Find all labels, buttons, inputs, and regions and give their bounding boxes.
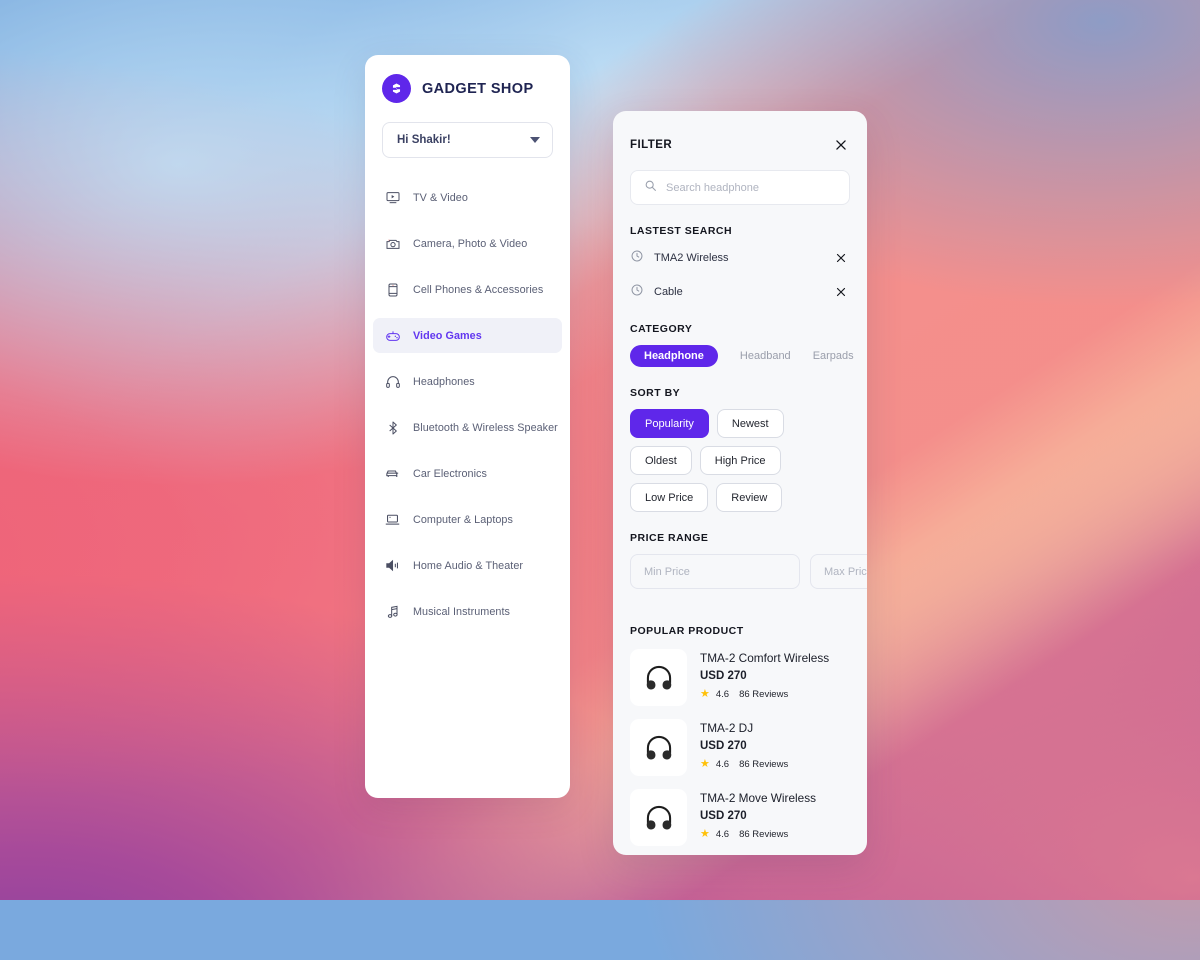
sidebar-item-label: Home Audio & Theater (413, 559, 524, 572)
car-icon (384, 465, 401, 482)
product-reviews: 86 Reviews (739, 829, 789, 840)
sort-by-title: SORT BY (630, 387, 681, 399)
category-chip-headphone[interactable]: Headphone (630, 345, 718, 367)
recent-search-label: Cable (654, 286, 683, 298)
product-list-item[interactable]: TMA-2 Move Wireless USD 270 ★ 4.6 86 Rev… (630, 789, 850, 846)
product-name: TMA-2 Move Wireless (700, 791, 817, 805)
user-greeting-label: Hi Shakir! (397, 134, 451, 146)
sidebar-item-camera-photo-video[interactable]: Camera, Photo & Video (373, 226, 562, 261)
product-price: USD 270 (700, 740, 747, 752)
star-icon: ★ (700, 758, 710, 770)
sort-button-popularity[interactable]: Popularity (630, 409, 709, 438)
sidebar-item-cell-phones-accessories[interactable]: Cell Phones & Accessories (373, 272, 562, 307)
music-note-icon (384, 603, 401, 620)
min-price-input[interactable] (630, 554, 800, 589)
product-rating: 4.6 (715, 689, 730, 700)
headphones-product-icon (630, 649, 687, 706)
sidebar-panel: GADGET SHOP Hi Shakir! TV & Video Camera… (365, 55, 570, 798)
sidebar-item-bluetooth-wireless-speaker[interactable]: Bluetooth & Wireless Speaker (373, 410, 562, 445)
recent-search-label: TMA2 Wireless (654, 252, 729, 264)
sort-button-high-price[interactable]: High Price (699, 446, 781, 475)
recent-search-row[interactable]: TMA2 Wireless (630, 247, 850, 269)
user-greeting-dropdown[interactable]: Hi Shakir! (382, 122, 553, 158)
sidebar-item-label: Cell Phones & Accessories (413, 283, 544, 296)
sidebar-item-label: Video Games (413, 329, 482, 342)
price-range-row (630, 554, 867, 589)
category-chip-earpads[interactable]: Earpads (813, 345, 854, 367)
sort-by-button-group: Popularity Newest Oldest High Price Low … (630, 409, 850, 512)
gadget-logo-icon (382, 74, 411, 103)
sidebar-item-tv-video[interactable]: TV & Video (373, 180, 562, 215)
camera-icon (384, 235, 401, 252)
clock-icon (630, 283, 644, 302)
headphones-product-icon (630, 789, 687, 846)
sidebar-item-car-electronics[interactable]: Car Electronics (373, 456, 562, 491)
sidebar-item-label: Car Electronics (413, 467, 487, 480)
headphones-icon (384, 373, 401, 390)
star-icon: ★ (700, 688, 710, 700)
sidebar-item-label: Musical Instruments (413, 605, 510, 618)
sidebar-item-musical-instruments[interactable]: Musical Instruments (373, 594, 562, 629)
category-chip-headband[interactable]: Headband (740, 345, 791, 367)
star-icon: ★ (700, 828, 710, 840)
sidebar-item-label: Bluetooth & Wireless Speaker (413, 421, 558, 434)
sidebar-nav: TV & Video Camera, Photo & Video Cell Ph… (365, 180, 570, 629)
product-rating: 4.6 (715, 829, 730, 840)
filter-title: FILTER (630, 139, 673, 151)
phone-icon (384, 281, 401, 298)
product-rating-row: ★ 4.6 86 Reviews (700, 688, 829, 701)
product-name: TMA-2 DJ (700, 721, 754, 735)
bluetooth-icon (384, 419, 401, 436)
search-icon (644, 179, 657, 197)
clock-icon (630, 249, 644, 268)
sidebar-item-label: Camera, Photo & Video (413, 237, 528, 250)
product-name: TMA-2 Comfort Wireless (700, 651, 830, 665)
desktop-background (0, 0, 1200, 900)
sort-button-low-price[interactable]: Low Price (630, 483, 709, 512)
price-range-title: PRICE RANGE (630, 532, 709, 544)
close-icon[interactable] (832, 136, 850, 154)
headphones-product-icon (630, 719, 687, 776)
product-reviews: 86 Reviews (739, 689, 789, 700)
product-rating-row: ★ 4.6 86 Reviews (700, 828, 816, 841)
popular-product-title: POPULAR PRODUCT (630, 625, 744, 637)
sort-button-review[interactable]: Review (716, 483, 783, 512)
brand-name: GADGET SHOP (422, 80, 534, 97)
product-rating-row: ★ 4.6 86 Reviews (700, 758, 789, 771)
product-list-item[interactable]: TMA-2 DJ USD 270 ★ 4.6 86 Reviews (630, 719, 850, 776)
tv-icon (384, 189, 401, 206)
sidebar-item-headphones[interactable]: Headphones (373, 364, 562, 399)
product-list-item[interactable]: TMA-2 Comfort Wireless USD 270 ★ 4.6 86 … (630, 649, 850, 706)
product-price: USD 270 (700, 810, 747, 822)
recent-search-row[interactable]: Cable (630, 281, 850, 303)
close-icon[interactable] (832, 249, 850, 267)
product-reviews: 86 Reviews (739, 759, 789, 770)
max-price-input[interactable] (810, 554, 867, 589)
search-headphone-box[interactable] (630, 170, 850, 205)
sidebar-item-label: TV & Video (413, 191, 468, 204)
latest-search-title: LASTEST SEARCH (630, 225, 733, 237)
category-title: CATEGORY (630, 323, 693, 335)
sort-button-newest[interactable]: Newest (716, 409, 784, 438)
product-price: USD 270 (700, 670, 747, 682)
sidebar-item-label: Computer & Laptops (413, 513, 513, 526)
sidebar-item-label: Headphones (413, 375, 475, 388)
filter-panel: FILTER LASTEST SEARCH TMA2 Wireless (613, 111, 867, 855)
search-input[interactable] (666, 181, 836, 194)
laptop-icon (384, 511, 401, 528)
sidebar-item-video-games[interactable]: Video Games (373, 318, 562, 353)
product-rating: 4.6 (715, 759, 730, 770)
close-icon[interactable] (832, 283, 850, 301)
sidebar-item-home-audio-theater[interactable]: Home Audio & Theater (373, 548, 562, 583)
sidebar-item-computer-laptops[interactable]: Computer & Laptops (373, 502, 562, 537)
gamepad-robot-icon (384, 327, 401, 344)
chevron-down-icon (530, 137, 540, 143)
brand-header: GADGET SHOP (365, 55, 570, 103)
sort-button-oldest[interactable]: Oldest (630, 446, 692, 475)
speaker-volume-icon (384, 557, 401, 574)
filter-header: FILTER (630, 111, 850, 154)
category-chip-group: Headphone Headband Earpads (630, 345, 854, 367)
